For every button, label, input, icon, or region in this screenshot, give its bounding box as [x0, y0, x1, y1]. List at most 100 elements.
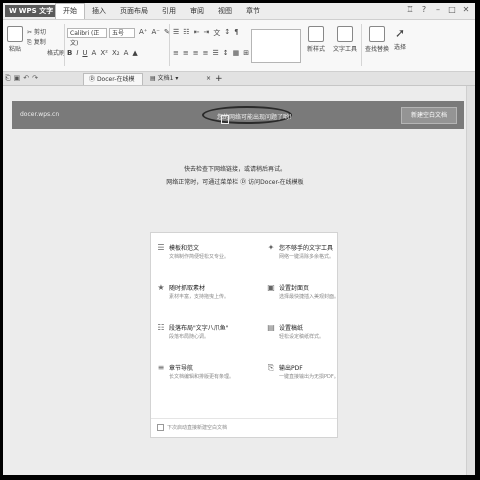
- new-tab-icon[interactable]: +: [210, 73, 228, 85]
- outdent-icon[interactable]: ⇤: [194, 28, 200, 38]
- bold-icon[interactable]: B: [67, 49, 72, 57]
- distribute-icon[interactable]: ☰: [213, 49, 219, 57]
- feature-title: 您不够手的文字工具: [279, 245, 334, 252]
- network-error-notice: 您的网络可能出现问题了哟！: [202, 106, 295, 124]
- ribbon-divider: [64, 24, 65, 66]
- redo-icon[interactable]: ↷: [32, 74, 38, 83]
- indent-icon[interactable]: ⇥: [203, 28, 209, 38]
- italic-icon[interactable]: I: [76, 49, 78, 57]
- feature-title: 设置稿纸: [279, 325, 304, 332]
- text-tools-label: 文字工具: [332, 46, 357, 53]
- skin-icon[interactable]: ♖: [405, 5, 415, 15]
- font-color-icon[interactable]: A: [124, 49, 129, 57]
- wps-window: WWPS 文字 ▾ 开始 插入 页面布局 引用 审阅 视图 章节 ♖ ? – □…: [3, 3, 475, 475]
- select-button[interactable]: ➚ 选择: [391, 26, 409, 51]
- font-name-select[interactable]: Calibri (正文): [67, 28, 107, 47]
- tab-document1[interactable]: ▤ 文档1 ▾: [145, 73, 207, 85]
- sort-icon[interactable]: ↕: [224, 28, 230, 38]
- cut-button[interactable]: ✂ 剪切: [27, 28, 46, 38]
- maximize-icon[interactable]: □: [447, 5, 457, 15]
- feature-item: ★ 随时抓取素材 素材丰富，支持拖曳上传。: [157, 283, 242, 313]
- minimize-icon[interactable]: –: [433, 5, 443, 15]
- find-replace-label: 查找替换: [364, 46, 389, 53]
- find-replace-icon: [369, 26, 385, 42]
- menu-tab-references[interactable]: 引用: [155, 3, 183, 19]
- help-icon[interactable]: ?: [419, 5, 429, 15]
- checkbox-icon[interactable]: [157, 424, 164, 431]
- superscript-icon[interactable]: X²: [100, 49, 108, 57]
- format-painter-button[interactable]: 格式刷: [47, 48, 65, 57]
- docer-url: docer.wps.cn: [20, 111, 60, 118]
- docer-link[interactable]: Ⓓ 访问Docer-在线模板: [240, 179, 303, 186]
- title-bar: WWPS 文字 ▾ 开始 插入 页面布局 引用 审阅 视图 章节 ♖ ? – □…: [3, 3, 475, 20]
- show-marks-icon[interactable]: ¶: [234, 28, 238, 38]
- close-icon[interactable]: ✕: [461, 5, 471, 15]
- paste-button[interactable]: 粘贴: [7, 26, 23, 53]
- feature-item: ☰ 模板和范文 文档制作简便轻松又专业。: [157, 243, 242, 273]
- feature-desc: 段落布局随心调。: [169, 334, 210, 340]
- text-tools-icon: [337, 26, 353, 42]
- justify-icon[interactable]: ≡: [203, 49, 209, 57]
- feature-desc: 一键直接输出为无损PDF。: [279, 374, 339, 380]
- wps-logo-icon: W: [9, 7, 17, 15]
- text-tool-icon: ✦: [267, 243, 275, 252]
- ribbon-divider: [361, 24, 362, 66]
- align-left-icon[interactable]: ≡: [173, 49, 179, 57]
- bullet-list-icon[interactable]: ☰: [173, 28, 179, 38]
- main-menu: 开始 插入 页面布局 引用 审阅 视图 章节: [55, 3, 267, 19]
- new-blank-document-button[interactable]: 新建空白文档: [400, 107, 457, 124]
- menu-tab-insert[interactable]: 插入: [85, 3, 113, 19]
- subscript-icon[interactable]: X₂: [112, 49, 120, 57]
- grow-font-icon[interactable]: A⁺: [139, 28, 147, 36]
- startup-blank-checkbox[interactable]: 下次启动直接新建空白文档: [157, 424, 227, 431]
- style-gallery[interactable]: [251, 29, 301, 63]
- save-icon[interactable]: ▣: [14, 74, 21, 83]
- paste-label: 粘贴: [8, 46, 21, 53]
- feature-desc: 长文档编辑和排版更有条理。: [169, 374, 235, 380]
- open-icon[interactable]: ⎗: [5, 74, 11, 83]
- paper-icon: ▤: [267, 323, 275, 332]
- strikethrough-icon[interactable]: A: [92, 49, 97, 57]
- panel-divider: [151, 418, 337, 419]
- font-size-select[interactable]: 五号: [109, 28, 135, 38]
- ribbon-toolbar: 粘贴 ✂ 剪切 ⎘ 复制 格式刷 Calibri (正文) 五号 A⁺ A⁻ ✎…: [3, 20, 475, 72]
- menu-tab-review[interactable]: 审阅: [183, 3, 211, 19]
- align-right-icon[interactable]: ≡: [193, 49, 199, 57]
- paste-icon: [7, 26, 23, 42]
- menu-tab-chapter[interactable]: 章节: [239, 3, 267, 19]
- feature-desc: 网络一键清除多余格式。: [279, 254, 335, 260]
- retry-message: 快去检查下网络链接，或请稍后再试。: [183, 166, 286, 173]
- shrink-font-icon[interactable]: A⁻: [151, 28, 159, 36]
- tab-docer-templates[interactable]: Ⓓ Docer-在线模板: [83, 73, 143, 95]
- pdf-icon: ⎘: [267, 363, 275, 372]
- feature-desc: 选择最快捷插入美观封面。: [279, 294, 340, 300]
- number-list-icon[interactable]: ☷: [183, 28, 189, 38]
- chapter-icon: ≡: [157, 363, 165, 372]
- align-center-icon[interactable]: ≡: [183, 49, 189, 57]
- underline-icon[interactable]: U: [82, 49, 87, 57]
- feature-title: 随时抓取素材: [169, 285, 206, 292]
- menu-tab-page-layout[interactable]: 页面布局: [113, 3, 155, 19]
- text-tools-button[interactable]: 文字工具: [331, 26, 359, 53]
- vertical-scrollbar[interactable]: [466, 86, 475, 475]
- borders-icon[interactable]: ⊞: [243, 49, 249, 57]
- copy-button[interactable]: ⎘ 复制: [27, 38, 46, 48]
- menu-tab-home[interactable]: 开始: [55, 3, 85, 19]
- docer-icon: Ⓓ: [89, 76, 96, 83]
- line-spacing-icon[interactable]: ↕: [223, 49, 229, 57]
- undo-icon[interactable]: ↶: [23, 74, 29, 83]
- format-painter-label: 格式刷: [47, 50, 66, 57]
- layout-icon: ☷: [157, 323, 165, 332]
- highlight-icon[interactable]: ▲: [132, 49, 137, 57]
- find-replace-button[interactable]: 查找替换: [363, 26, 391, 53]
- menu-tab-view[interactable]: 视图: [211, 3, 239, 19]
- shading-icon[interactable]: ▦: [233, 49, 240, 57]
- retry-message-menu: 网络正常时，可通过菜单栏 Ⓓ 访问Docer-在线模板: [3, 177, 467, 186]
- chinese-layout-icon[interactable]: 文: [213, 28, 220, 38]
- paragraph-row-top: ☰ ☷ ⇤ ⇥ 文 ↕ ¶: [173, 28, 239, 38]
- feature-item: ≡ 章节导航 长文档编辑和排版更有条理。: [157, 363, 242, 393]
- new-style-button[interactable]: 新样式: [305, 26, 327, 53]
- feature-item: ✦ 您不够手的文字工具 网络一键清除多余格式。: [267, 243, 352, 273]
- checkbox-label: 下次启动直接新建空白文档: [167, 425, 228, 431]
- copy-label: 复制: [33, 39, 46, 46]
